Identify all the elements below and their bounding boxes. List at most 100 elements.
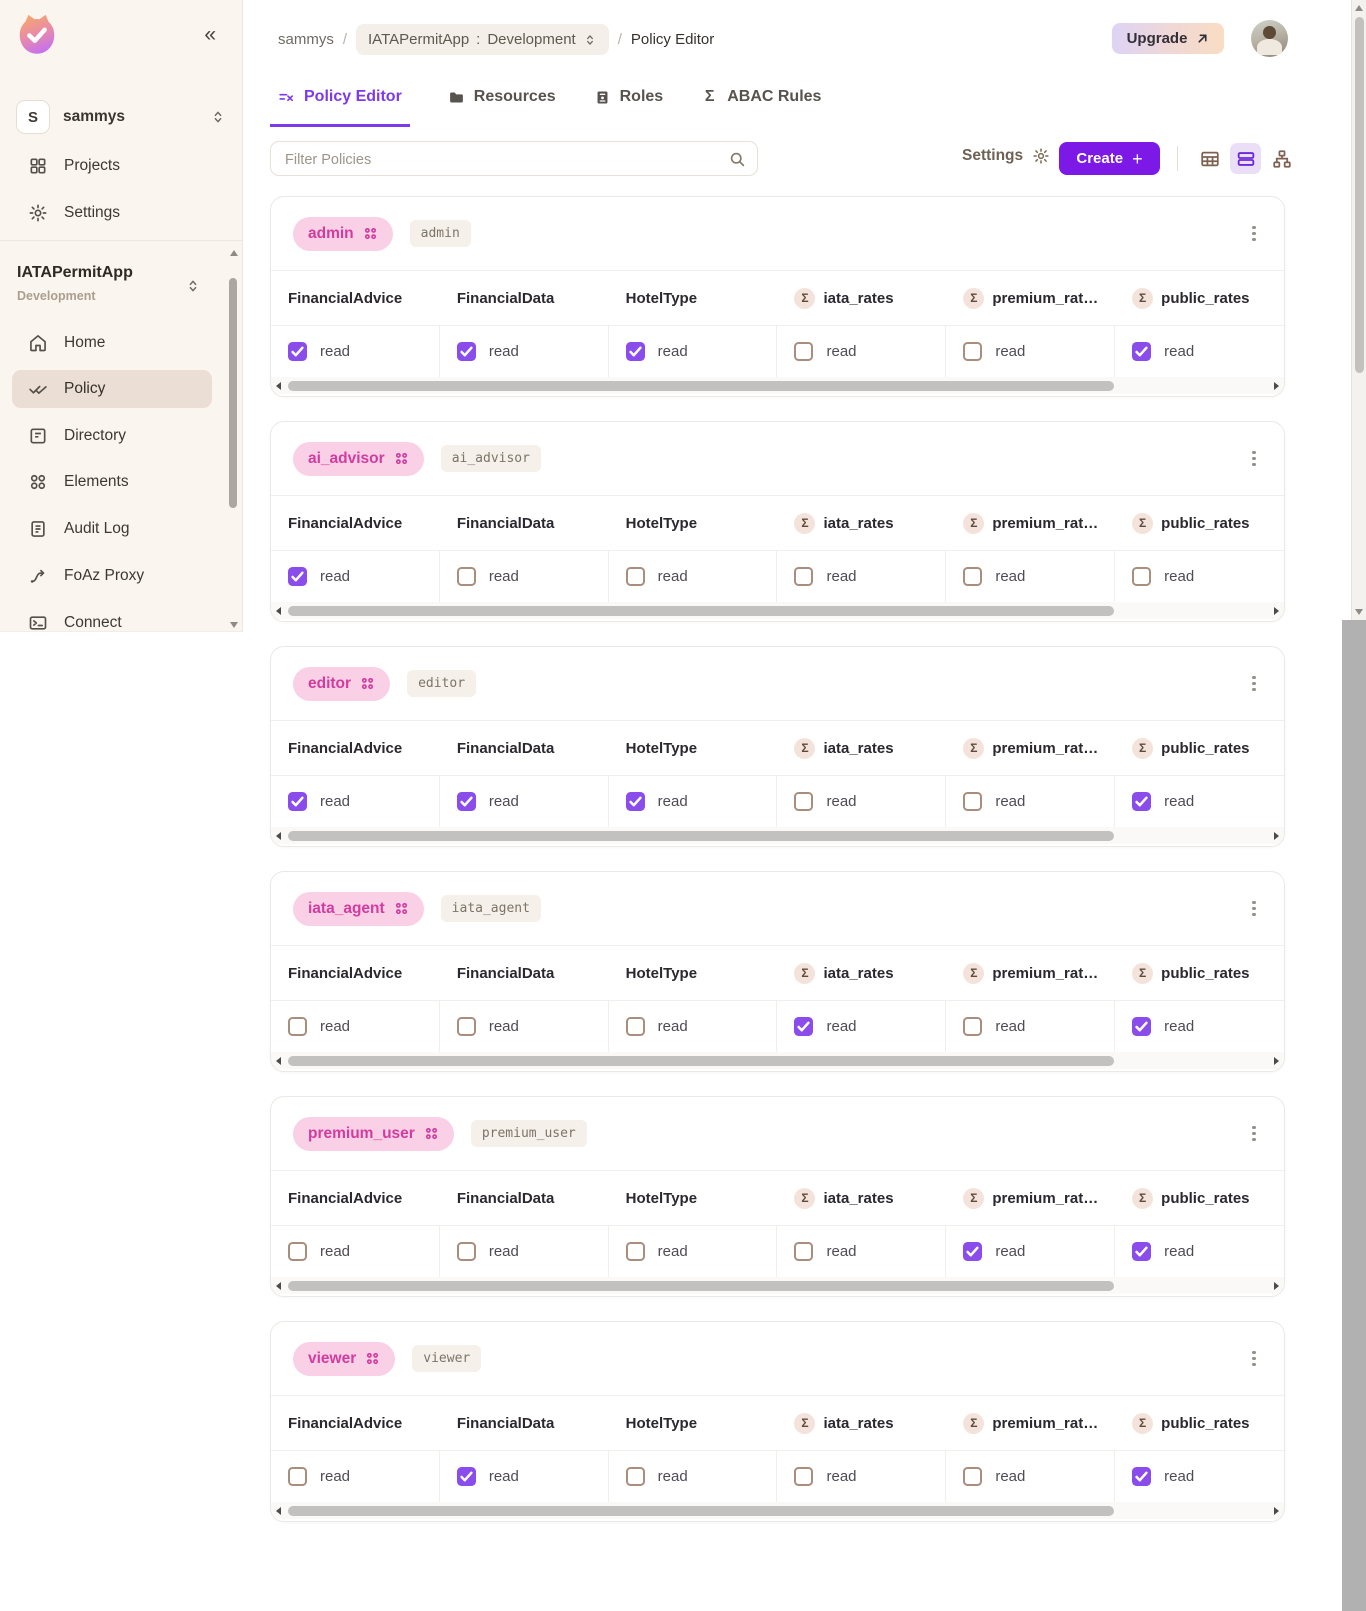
tab-resources[interactable]: Resources [448,80,556,124]
read-checkbox[interactable] [794,792,813,811]
sidebar-item-settings[interactable]: Settings [12,194,212,232]
read-checkbox[interactable] [288,1017,307,1036]
read-checkbox[interactable] [626,1242,645,1261]
read-checkbox[interactable] [288,792,307,811]
tab-policy-editor[interactable]: Policy Editor [270,80,410,127]
card-menu-button[interactable] [1244,672,1264,696]
scroll-up-arrow[interactable] [1355,5,1363,11]
filter-policies-input[interactable] [283,143,717,176]
sidebar-item-directory[interactable]: Directory [12,417,212,455]
card-menu-button[interactable] [1244,447,1264,471]
sidebar-collapse-icon[interactable]: « [204,24,216,45]
read-checkbox[interactable] [963,792,982,811]
read-checkbox[interactable] [457,1467,476,1486]
read-checkbox[interactable] [1132,1017,1151,1036]
sidebar-item-home[interactable]: Home [12,324,212,362]
sidebar-item-connect[interactable]: Connect [12,604,212,632]
sidebar-scrollbar[interactable] [228,250,239,628]
read-checkbox[interactable] [457,1242,476,1261]
read-checkbox[interactable] [1132,1242,1151,1261]
read-checkbox[interactable] [626,342,645,361]
scroll-left-arrow[interactable] [276,1057,281,1065]
read-checkbox[interactable] [794,1017,813,1036]
read-checkbox[interactable] [626,1017,645,1036]
table-view-button[interactable] [1194,143,1225,174]
read-checkbox[interactable] [794,567,813,586]
tab-roles[interactable]: Roles [594,80,664,124]
read-checkbox[interactable] [963,1242,982,1261]
scroll-left-arrow[interactable] [276,382,281,390]
card-horizontal-scrollbar[interactable] [271,827,1284,844]
scroll-right-arrow[interactable] [1274,832,1279,840]
card-menu-button[interactable] [1244,1347,1264,1371]
breadcrumb-project-env-selector[interactable]: IATAPermitApp : Development [356,24,609,55]
scroll-right-arrow[interactable] [1274,382,1279,390]
scrollbar-thumb[interactable] [288,1506,1114,1516]
read-checkbox[interactable] [288,1242,307,1261]
scroll-right-arrow[interactable] [1274,1057,1279,1065]
tab-abac-rules[interactable]: Σ ABAC Rules [701,80,821,124]
read-checkbox[interactable] [794,1467,813,1486]
read-checkbox[interactable] [1132,792,1151,811]
card-menu-button[interactable] [1244,222,1264,246]
scrollbar-thumb[interactable] [1355,17,1364,373]
read-checkbox[interactable] [626,792,645,811]
scroll-down-arrow[interactable] [230,622,238,628]
read-checkbox[interactable] [963,1467,982,1486]
main-vertical-scrollbar[interactable] [1351,0,1366,620]
card-horizontal-scrollbar[interactable] [271,1277,1284,1294]
role-pill[interactable]: ai_advisor [293,442,424,476]
upgrade-button[interactable]: Upgrade [1112,23,1224,54]
sidebar-item-audit-log[interactable]: Audit Log [12,510,212,548]
read-checkbox[interactable] [1132,342,1151,361]
read-checkbox[interactable] [963,342,982,361]
policy-settings-button[interactable]: Settings [962,147,1050,165]
sidebar-item-elements[interactable]: Elements [12,463,212,501]
read-checkbox[interactable] [457,792,476,811]
card-horizontal-scrollbar[interactable] [271,602,1284,619]
card-menu-button[interactable] [1244,1122,1264,1146]
rows-view-button[interactable] [1230,143,1261,174]
read-checkbox[interactable] [1132,567,1151,586]
project-switcher[interactable] [185,278,201,294]
scroll-right-arrow[interactable] [1274,1507,1279,1515]
card-horizontal-scrollbar[interactable] [271,1052,1284,1069]
read-checkbox[interactable] [963,1017,982,1036]
scrollbar-thumb[interactable] [288,831,1114,841]
role-pill[interactable]: premium_user [293,1117,454,1151]
scroll-left-arrow[interactable] [276,607,281,615]
read-checkbox[interactable] [288,567,307,586]
scroll-down-arrow[interactable] [1355,609,1363,615]
scroll-right-arrow[interactable] [1274,1282,1279,1290]
role-pill[interactable]: iata_agent [293,892,424,926]
sidebar-item-policy[interactable]: Policy [12,370,212,408]
read-checkbox[interactable] [963,567,982,586]
create-policy-button[interactable]: Create + [1059,142,1160,175]
read-checkbox[interactable] [794,1242,813,1261]
read-checkbox[interactable] [288,1467,307,1486]
sidebar-item-projects[interactable]: Projects [12,147,212,185]
scroll-left-arrow[interactable] [276,1282,281,1290]
role-pill[interactable]: viewer [293,1342,395,1376]
scrollbar-thumb[interactable] [229,278,237,508]
scroll-left-arrow[interactable] [276,832,281,840]
card-horizontal-scrollbar[interactable] [271,1502,1284,1519]
read-checkbox[interactable] [457,1017,476,1036]
scrollbar-thumb[interactable] [288,1281,1114,1291]
role-pill[interactable]: editor [293,667,390,701]
breadcrumb-workspace[interactable]: sammys [278,31,334,48]
hierarchy-view-button[interactable] [1266,143,1297,174]
scrollbar-thumb[interactable] [288,381,1114,391]
read-checkbox[interactable] [626,1467,645,1486]
read-checkbox[interactable] [1132,1467,1151,1486]
workspace-selector[interactable]: S sammys [16,99,226,135]
scrollbar-thumb[interactable] [288,606,1114,616]
scroll-up-arrow[interactable] [230,250,238,256]
scroll-right-arrow[interactable] [1274,607,1279,615]
read-checkbox[interactable] [626,567,645,586]
app-logo-icon[interactable] [14,12,60,58]
scrollbar-thumb[interactable] [288,1056,1114,1066]
read-checkbox[interactable] [288,342,307,361]
scroll-left-arrow[interactable] [276,1507,281,1515]
card-horizontal-scrollbar[interactable] [271,377,1284,394]
